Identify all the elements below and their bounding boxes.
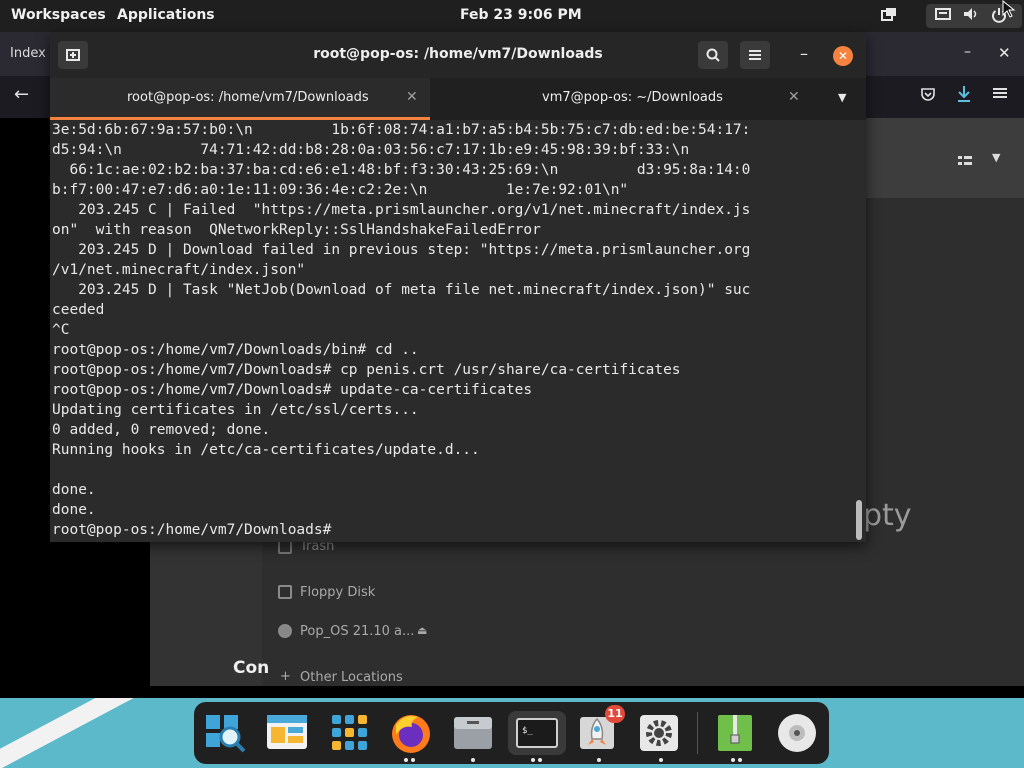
- running-indicator: [531, 758, 535, 762]
- tab-close-icon[interactable]: ✕: [406, 89, 418, 105]
- applications-button[interactable]: Applications: [117, 7, 215, 23]
- close-button[interactable]: ✕: [833, 46, 853, 66]
- tab-label: vm7@pop-os: ~/Downloads: [542, 90, 723, 105]
- file-manager-icon[interactable]: [450, 711, 496, 755]
- terminal-menu-button[interactable]: [740, 41, 770, 69]
- plus-icon: +: [280, 669, 291, 684]
- tab-close-icon[interactable]: ✕: [788, 89, 800, 105]
- search-app-icon[interactable]: [202, 711, 248, 755]
- tab-root-downloads[interactable]: root@pop-os: /home/vm7/Downloads ✕: [50, 78, 430, 120]
- downloads-icon[interactable]: [956, 85, 972, 103]
- terminal-icon[interactable]: $_: [508, 711, 566, 755]
- terminal-window[interactable]: root@pop-os: /home/vm7/Downloads – ✕ roo…: [50, 32, 866, 542]
- browser-minimize-icon[interactable]: –: [964, 44, 971, 60]
- eject-icon[interactable]: ⏏: [417, 624, 427, 637]
- terminal-tab-bar: root@pop-os: /home/vm7/Downloads ✕ vm7@p…: [50, 78, 866, 120]
- files-preview-icon[interactable]: [264, 711, 310, 755]
- notification-badge: 11: [605, 705, 625, 723]
- scrollbar-thumb[interactable]: [856, 500, 862, 540]
- tab-vm7-downloads[interactable]: vm7@pop-os: ~/Downloads ✕ ▼: [430, 78, 866, 120]
- disc-icon[interactable]: [774, 711, 820, 755]
- tab-list-chevron-icon[interactable]: ▼: [838, 91, 846, 104]
- browser-close-icon[interactable]: ✕: [998, 44, 1011, 62]
- running-indicator: [471, 758, 475, 762]
- view-toggle-icon[interactable]: [958, 152, 972, 165]
- sidebar-item-floppy-disk[interactable]: Floppy Disk: [300, 585, 375, 600]
- mouse-cursor-icon: [1002, 0, 1016, 18]
- workspaces-button[interactable]: Workspaces: [11, 7, 106, 23]
- app-grid-icon[interactable]: [326, 711, 372, 755]
- terminal-output[interactable]: 3e:5d:6b:67:9a:57:b0:\n 1b:6f:08:74:a1:b…: [52, 120, 850, 540]
- trash-icon: [278, 540, 292, 554]
- folder-empty-text: pty: [863, 498, 912, 533]
- dock-separator: [697, 712, 698, 754]
- settings-gear-icon[interactable]: [636, 711, 682, 755]
- running-indicator: [597, 758, 601, 762]
- window-switcher-icon[interactable]: [880, 7, 898, 25]
- archive-manager-icon[interactable]: [712, 711, 758, 755]
- floppy-disk-icon: [278, 585, 292, 599]
- running-indicator: [404, 758, 408, 762]
- minimize-button[interactable]: –: [794, 42, 814, 66]
- search-button[interactable]: [698, 41, 728, 69]
- running-indicator: [538, 758, 542, 762]
- sidebar-item-other-locations[interactable]: Other Locations: [300, 670, 403, 685]
- firefox-icon[interactable]: [388, 711, 434, 755]
- wallpaper-stripe: [0, 698, 171, 768]
- top-panel: Workspaces Applications Feb 23 9:06 PM: [0, 0, 1024, 32]
- running-indicator: [731, 758, 735, 762]
- running-indicator: [411, 758, 415, 762]
- view-options-chevron-icon[interactable]: ▼: [992, 151, 1000, 164]
- background-label-text: Con: [233, 658, 270, 678]
- terminal-headerbar[interactable]: root@pop-os: /home/vm7/Downloads – ✕: [50, 32, 866, 78]
- volume-icon[interactable]: [962, 7, 980, 25]
- running-indicator: [659, 758, 663, 762]
- clock[interactable]: Feb 23 9:06 PM: [460, 7, 582, 23]
- svg-text:$_: $_: [522, 726, 533, 736]
- tab-label: root@pop-os: /home/vm7/Downloads: [127, 90, 369, 105]
- pocket-icon[interactable]: [920, 86, 936, 102]
- sidebar-item-pop-os[interactable]: Pop_OS 21.10 a...: [300, 624, 414, 639]
- running-indicator: [738, 758, 742, 762]
- dock: $_: [194, 702, 829, 764]
- terminal-content[interactable]: 3e:5d:6b:67:9a:57:b0:\n 1b:6f:08:74:a1:b…: [50, 120, 866, 542]
- menu-hamburger-icon[interactable]: [992, 85, 1008, 101]
- keyboard-icon[interactable]: [934, 7, 952, 25]
- disc-drive-icon: [278, 624, 292, 638]
- back-arrow-icon[interactable]: ←: [14, 84, 29, 105]
